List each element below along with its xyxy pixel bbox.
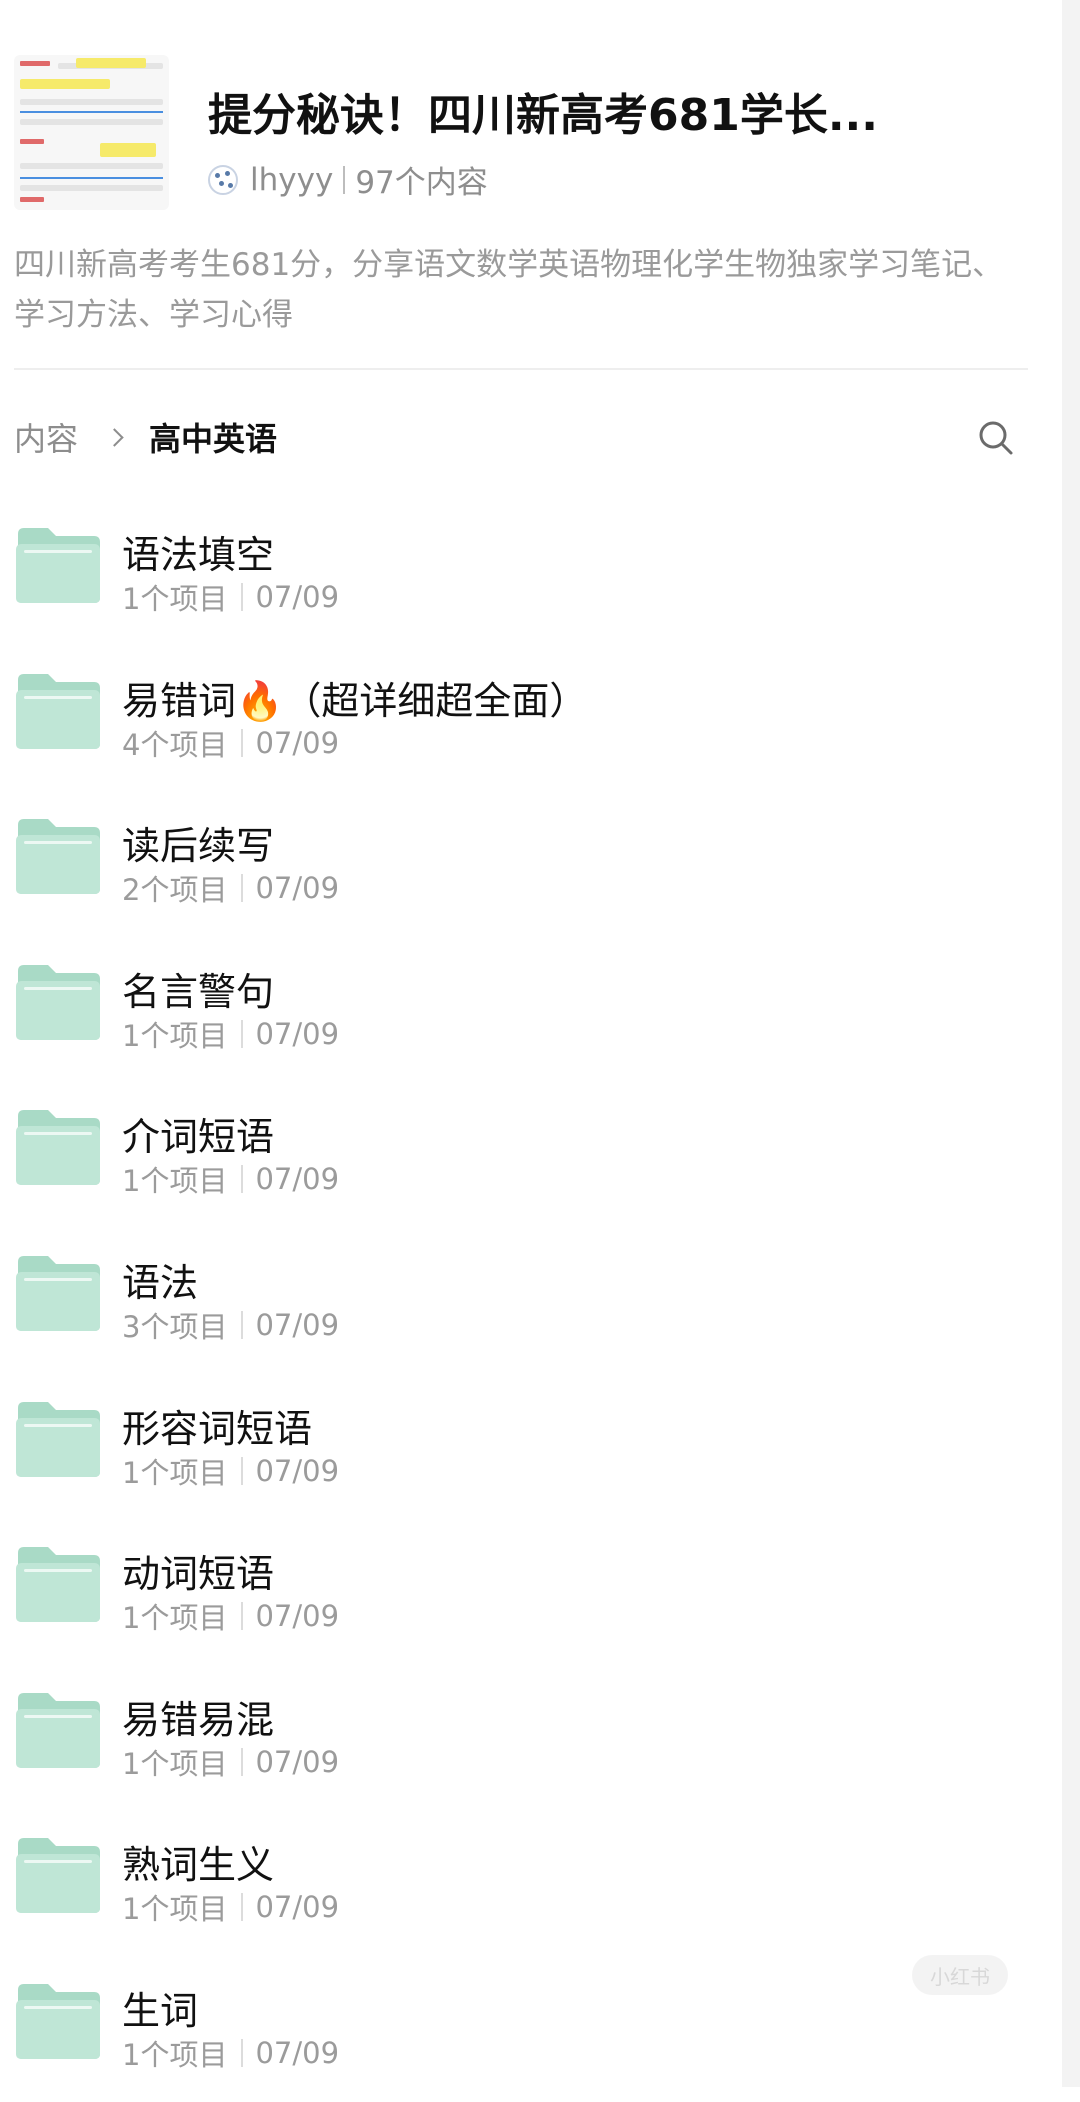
folder-item-count: 3个项目 bbox=[122, 1309, 228, 1344]
folder-date: 07/09 bbox=[255, 1016, 340, 1051]
meta-divider bbox=[241, 583, 244, 611]
folder-date: 07/09 bbox=[255, 1453, 340, 1488]
folder-name: 语法 bbox=[122, 1260, 199, 1305]
folder-icon bbox=[16, 1255, 100, 1331]
collection-cover-thumbnail[interactable] bbox=[14, 55, 169, 210]
folder-name: 语法填空 bbox=[122, 533, 275, 577]
folder-icon bbox=[16, 1401, 100, 1477]
folder-meta: 2个项目 07/09 bbox=[122, 867, 339, 909]
folder-name: 读后续写 bbox=[122, 824, 275, 869]
folder-icon bbox=[16, 673, 100, 749]
folder-item-count: 1个项目 bbox=[122, 1018, 228, 1053]
watermark-logo: 小红书 bbox=[912, 1955, 1008, 1995]
folder-date: 07/09 bbox=[255, 2035, 340, 2070]
folder-icon bbox=[16, 1692, 100, 1768]
meta-divider bbox=[241, 2038, 244, 2067]
meta-divider bbox=[241, 1310, 244, 1339]
folder-item[interactable]: 易错易混 1个项目 07/09 bbox=[0, 1665, 1060, 1811]
folder-item[interactable]: 形容词短语 1个项目 07/09 bbox=[0, 1374, 1060, 1520]
folder-item-count: 1个项目 bbox=[122, 582, 228, 616]
avatar[interactable] bbox=[208, 164, 238, 195]
folder-item-count: 1个项目 bbox=[122, 2037, 228, 2072]
folder-item-count: 1个项目 bbox=[122, 1601, 228, 1636]
folder-icon bbox=[16, 1838, 100, 1914]
folder-meta: 1个项目 07/09 bbox=[122, 1013, 339, 1055]
folder-meta: 1个项目 07/09 bbox=[122, 1158, 339, 1200]
meta-divider bbox=[241, 1456, 244, 1485]
folder-icon bbox=[16, 1110, 100, 1186]
folder-item[interactable]: 介词短语 1个项目 07/09 bbox=[0, 1082, 1060, 1228]
folder-item-count: 1个项目 bbox=[122, 1892, 228, 1927]
folder-item-count: 4个项目 bbox=[122, 727, 228, 762]
folder-icon bbox=[16, 819, 100, 895]
folder-meta: 1个项目 07/09 bbox=[122, 576, 339, 618]
folder-meta: 1个项目 07/09 bbox=[122, 2032, 339, 2074]
username[interactable]: lhyyy bbox=[250, 162, 333, 198]
folder-item-count: 1个项目 bbox=[122, 1455, 228, 1490]
folder-date: 07/09 bbox=[255, 725, 340, 760]
meta-divider bbox=[241, 1602, 244, 1631]
folder-icon bbox=[16, 528, 100, 603]
folder-date: 07/09 bbox=[255, 1890, 340, 1925]
folder-date: 07/09 bbox=[255, 1599, 340, 1634]
chevron-right-icon bbox=[105, 427, 124, 447]
folder-list: 语法填空 1个项目 07/09 易错词🔥（超详细超全面） 4个项目 07/09 读后续写 2个… bbox=[0, 500, 1060, 2102]
folder-icon bbox=[16, 964, 100, 1040]
collection-meta: lhyyy 97个内容 bbox=[208, 157, 488, 202]
collection-title: 提分秘诀！四川新高考681学长... bbox=[208, 90, 878, 141]
collection-description: 四川新高考考生681分，分享语文数学英语物理化学生物独家学习笔记、学习方法、学习… bbox=[14, 247, 1004, 333]
meta-divider bbox=[241, 1019, 244, 1048]
scroll-edge bbox=[1062, 0, 1080, 2087]
folder-meta: 3个项目 07/09 bbox=[122, 1304, 339, 1346]
folder-item[interactable]: 名言警句 1个项目 07/09 bbox=[0, 937, 1060, 1083]
folder-meta: 1个项目 07/09 bbox=[122, 1741, 339, 1783]
folder-name: 形容词短语 bbox=[122, 1406, 313, 1451]
folder-item[interactable]: 生词 1个项目 07/09 bbox=[0, 1956, 1060, 2102]
folder-date: 07/09 bbox=[255, 580, 340, 614]
folder-icon bbox=[16, 1547, 100, 1623]
folder-date: 07/09 bbox=[255, 1744, 340, 1779]
folder-item[interactable]: 易错词🔥（超详细超全面） 4个项目 07/09 bbox=[0, 646, 1060, 792]
section-divider bbox=[14, 368, 1028, 370]
folder-name: 易错易混 bbox=[122, 1697, 275, 1742]
folder-item[interactable]: 语法 3个项目 07/09 bbox=[0, 1228, 1060, 1374]
meta-divider bbox=[343, 165, 346, 194]
folder-date: 07/09 bbox=[255, 1162, 340, 1197]
folder-item[interactable]: 语法填空 1个项目 07/09 bbox=[0, 500, 1060, 646]
meta-divider bbox=[241, 1747, 244, 1776]
folder-item[interactable]: 动词短语 1个项目 07/09 bbox=[0, 1519, 1060, 1665]
folder-item-count: 2个项目 bbox=[122, 873, 228, 908]
folder-name: 熟词生义 bbox=[122, 1843, 275, 1888]
folder-item-count: 1个项目 bbox=[122, 1746, 228, 1781]
meta-divider bbox=[241, 874, 244, 903]
folder-name: 生词 bbox=[122, 1988, 199, 2033]
folder-date: 07/09 bbox=[255, 1307, 340, 1342]
search-icon bbox=[979, 421, 1013, 455]
folder-name: 介词短语 bbox=[122, 1115, 275, 1160]
folder-name: 名言警句 bbox=[122, 969, 275, 1014]
meta-divider bbox=[241, 728, 244, 757]
folder-icon bbox=[16, 1983, 100, 2059]
breadcrumb: 内容 高中英语 bbox=[14, 412, 277, 462]
meta-divider bbox=[241, 1893, 244, 1922]
folder-date: 07/09 bbox=[255, 871, 340, 906]
folder-item[interactable]: 熟词生义 1个项目 07/09 bbox=[0, 1810, 1060, 1956]
folder-meta: 1个项目 07/09 bbox=[122, 1595, 339, 1637]
breadcrumb-current: 高中英语 bbox=[149, 420, 278, 458]
folder-item-count: 1个项目 bbox=[122, 1164, 228, 1199]
folder-item[interactable]: 读后续写 2个项目 07/09 bbox=[0, 791, 1060, 937]
folder-name: 易错词🔥（超详细超全面） bbox=[122, 678, 588, 723]
search-button[interactable] bbox=[976, 418, 1016, 458]
folder-meta: 1个项目 07/09 bbox=[122, 1886, 339, 1928]
folder-name: 动词短语 bbox=[122, 1552, 275, 1597]
collection-header: 提分秘诀！四川新高考681学长... lhyyy 97个内容 bbox=[14, 55, 1034, 215]
folder-meta: 1个项目 07/09 bbox=[122, 1450, 339, 1492]
meta-divider bbox=[241, 1165, 244, 1194]
content-count: 97个内容 bbox=[355, 165, 488, 201]
folder-meta: 4个项目 07/09 bbox=[122, 722, 339, 764]
breadcrumb-root[interactable]: 内容 bbox=[14, 414, 78, 460]
